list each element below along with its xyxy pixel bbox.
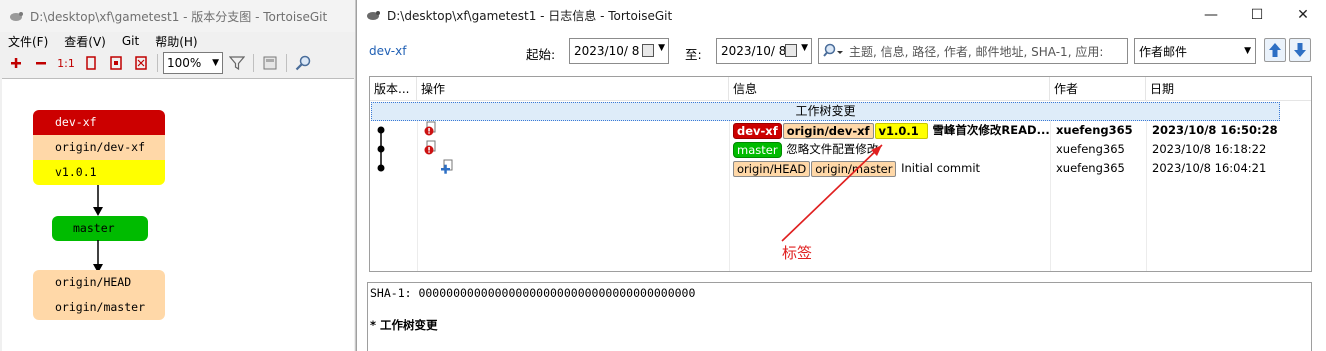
node-label-v1-0-1: v1.0.1 <box>33 160 165 185</box>
graph-toolbar: 1:1 100% ▼ <box>0 50 355 76</box>
commit-list-header: 版本... 操作 信息 作者 日期 <box>370 77 1311 101</box>
log-window: D:\desktop\xf\gametest1 - 日志信息 - Tortois… <box>356 0 1326 351</box>
branch-link[interactable]: dev-xf <box>369 44 406 58</box>
zoom-out-icon[interactable] <box>30 53 52 73</box>
column-header-revision[interactable]: 版本... <box>370 77 417 101</box>
chevron-down-icon: ▼ <box>1244 46 1251 56</box>
maximize-button[interactable]: ☐ <box>1234 0 1280 30</box>
menu-view[interactable]: 查看(V) <box>64 33 106 50</box>
commit-author: xuefeng365 <box>1056 142 1125 156</box>
commit-message: Initial commit <box>901 161 981 175</box>
search-placeholder: 主题, 信息, 路径, 作者, 邮件地址, SHA-1, 应用: <box>849 44 1104 59</box>
show-overview-icon[interactable] <box>259 53 281 73</box>
graph-edge-arrow <box>93 240 103 273</box>
close-button[interactable]: ✕ <box>1280 0 1326 30</box>
toolbar-separator <box>157 54 158 72</box>
arrow-down-button[interactable] <box>1289 38 1311 62</box>
filter-bar: dev-xf 起始: 2023/10/ 8 ▼ 至: 2023/10/ 8 ▼ … <box>357 30 1326 74</box>
chevron-down-icon: ▼ <box>801 43 808 53</box>
from-date-value: 2023/10/ 8 <box>574 44 640 58</box>
revision-graph-window: D:\desktop\xf\gametest1 - 版本分支图 - Tortoi… <box>0 0 356 351</box>
filter-icon[interactable] <box>226 53 248 73</box>
to-label: 至: <box>685 47 702 62</box>
window-controls: — ☐ ✕ <box>1188 0 1326 30</box>
fit-width-icon[interactable] <box>105 53 127 73</box>
zoom-value: 100% <box>167 56 202 70</box>
node-label-origin-dev-xf: origin/dev-xf <box>33 135 165 160</box>
tortoisegit-logo-icon <box>367 11 380 20</box>
graph-edge-arrow <box>93 185 103 216</box>
menu-file[interactable]: 文件(F) <box>8 33 48 50</box>
log-window-title: D:\desktop\xf\gametest1 - 日志信息 - Tortois… <box>387 8 673 23</box>
commit-message: 雪峰首次修改READ... <box>932 123 1050 137</box>
zoom-select[interactable]: 100% ▼ <box>163 52 223 74</box>
node-label-origin-head: origin/HEAD <box>33 270 165 295</box>
search-icon[interactable] <box>823 43 843 59</box>
column-header-author[interactable]: 作者 <box>1050 77 1146 101</box>
working-tree-row[interactable]: 工作树变更 <box>371 102 1280 121</box>
filter-field-select[interactable]: 作者邮件 ▼ <box>1134 38 1256 64</box>
graph-titlebar: D:\desktop\xf\gametest1 - 版本分支图 - Tortoi… <box>0 0 355 32</box>
node-label-master: master <box>52 216 148 241</box>
column-header-date[interactable]: 日期 <box>1146 77 1311 101</box>
column-header-message[interactable]: 信息 <box>729 77 1050 101</box>
from-date-picker[interactable]: 2023/10/ 8 ▼ <box>569 38 669 64</box>
zoom-one-to-one-button[interactable]: 1:1 <box>55 53 77 73</box>
modified-file-icon <box>423 140 437 159</box>
to-date-picker[interactable]: 2023/10/ 8 ▼ <box>716 38 812 64</box>
chevron-down-icon: ▼ <box>212 58 219 68</box>
commit-date: 2023/10/8 16:50:28 <box>1152 123 1278 137</box>
arrow-up-button[interactable] <box>1264 38 1286 62</box>
arrow-up-icon <box>1269 43 1281 57</box>
search-icon[interactable] <box>292 53 314 73</box>
tortoisegit-logo-icon <box>10 12 23 21</box>
from-label: 起始: <box>526 47 556 62</box>
commit-list[interactable]: 版本... 操作 信息 作者 日期 工作树变更 dev-xf origin/dev… <box>369 76 1312 272</box>
added-file-icon <box>440 159 454 178</box>
detail-sha-line: SHA-1: 000000000000000000000000000000000… <box>370 286 696 300</box>
graph-node-origin[interactable]: origin/HEAD origin/master <box>33 270 165 320</box>
commit-detail-panel[interactable]: SHA-1: 000000000000000000000000000000000… <box>367 282 1312 351</box>
commit-author: xuefeng365 <box>1056 123 1133 137</box>
commit-date: 2023/10/8 16:18:22 <box>1152 142 1267 156</box>
menu-help[interactable]: 帮助(H) <box>155 33 197 50</box>
menu-git[interactable]: Git <box>122 34 139 48</box>
modified-file-icon <box>423 121 437 140</box>
to-date-value: 2023/10/ 8 <box>721 44 787 58</box>
node-label-dev-xf: dev-xf <box>33 110 165 135</box>
annotation-label: 标签 <box>782 244 813 262</box>
zoom-in-icon[interactable] <box>5 53 27 73</box>
fit-window-icon[interactable] <box>130 53 152 73</box>
log-titlebar: D:\desktop\xf\gametest1 - 日志信息 - Tortois… <box>357 0 1326 30</box>
arrow-down-icon <box>1294 43 1306 57</box>
fit-height-icon[interactable] <box>80 53 102 73</box>
toolbar-separator <box>286 54 287 72</box>
calendar-icon <box>642 44 654 57</box>
revision-graph-canvas[interactable]: dev-xf origin/dev-xf v1.0.1 master origi… <box>2 78 354 351</box>
commit-date: 2023/10/8 16:04:21 <box>1152 161 1267 175</box>
toolbar-separator <box>253 54 254 72</box>
graph-node-master[interactable]: master <box>52 216 148 241</box>
column-header-actions[interactable]: 操作 <box>417 77 729 101</box>
search-input[interactable]: 主题, 信息, 路径, 作者, 邮件地址, SHA-1, 应用: <box>818 38 1128 64</box>
minimize-button[interactable]: — <box>1188 0 1234 30</box>
commit-author: xuefeng365 <box>1056 161 1125 175</box>
filter-field-value: 作者邮件 <box>1139 44 1188 59</box>
calendar-icon <box>785 44 797 57</box>
node-label-origin-master: origin/master <box>33 295 165 320</box>
graph-node-dev-xf[interactable]: dev-xf origin/dev-xf v1.0.1 <box>33 110 165 185</box>
graph-menubar: 文件(F) 查看(V) Git 帮助(H) <box>0 32 355 50</box>
detail-summary-line: * 工作树变更 <box>370 318 438 332</box>
graph-window-title: D:\desktop\xf\gametest1 - 版本分支图 - Tortoi… <box>30 9 328 24</box>
annotation-arrow <box>781 144 883 242</box>
chevron-down-icon: ▼ <box>658 43 665 53</box>
